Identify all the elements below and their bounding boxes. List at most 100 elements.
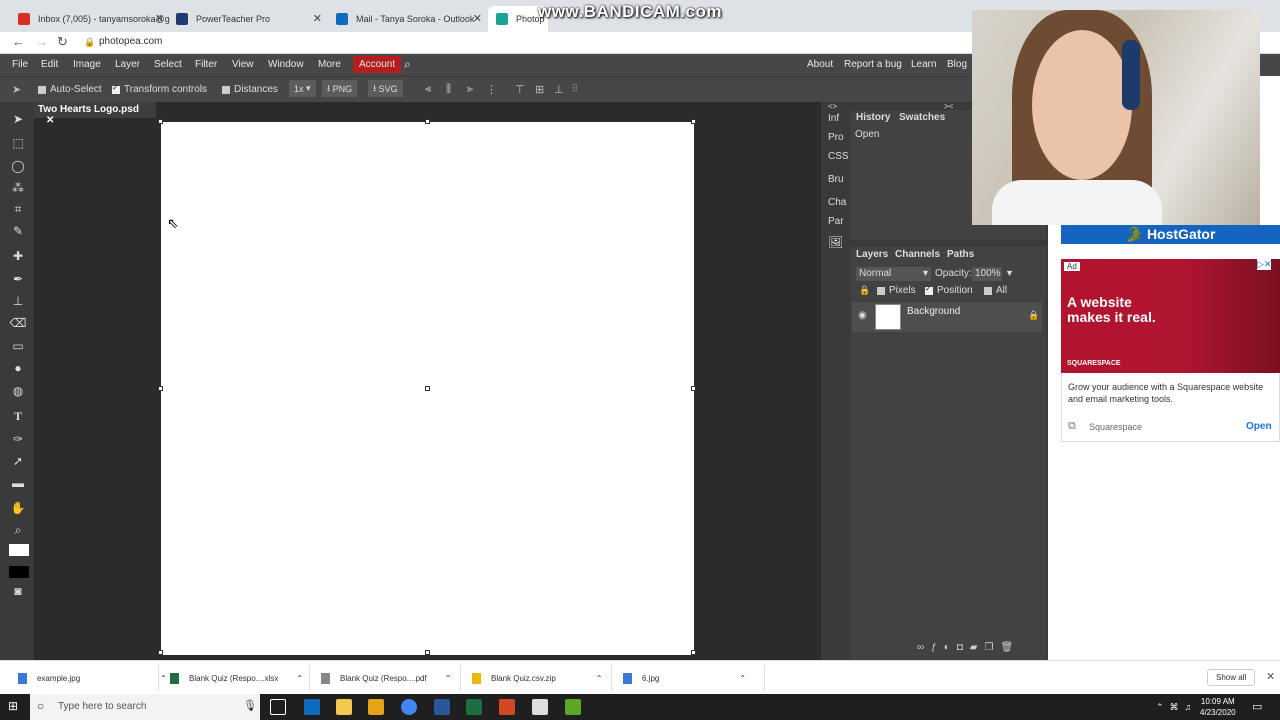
menu-select[interactable]: Select	[154, 59, 182, 70]
url-text[interactable]: photopea.com	[99, 36, 162, 47]
back-icon[interactable]: ←	[12, 34, 25, 49]
image-icon[interactable]: 🖼	[828, 235, 843, 249]
forward-icon[interactable]: →	[35, 34, 48, 49]
auto-select-checkbox[interactable]: Auto-Select	[38, 84, 102, 95]
magic-wand-icon[interactable]: ⁂	[9, 179, 27, 197]
align-right-icon[interactable]: ⫸	[467, 83, 473, 96]
menu-edit[interactable]: Edit	[41, 59, 58, 70]
menu-account[interactable]: Account	[353, 56, 402, 73]
chevron-up-icon[interactable]: ⌃	[739, 674, 746, 683]
new-layer-icon[interactable]: ❐	[985, 642, 1001, 653]
chevron-up-icon[interactable]: ⌃	[596, 674, 603, 683]
path-select-icon[interactable]: ➚	[9, 452, 27, 470]
expand-icon[interactable]: <>	[828, 102, 837, 111]
opacity-dropdown-icon[interactable]: ▼	[1005, 268, 1014, 278]
zoom-tool-icon[interactable]: ⌕	[9, 521, 27, 539]
eyedropper-icon[interactable]: ✎	[9, 222, 27, 240]
brush-panel-button[interactable]: Bru	[828, 174, 844, 185]
tab-powerteacher[interactable]: PowerTeacher Pro ✕	[168, 6, 328, 32]
align-center-icon[interactable]: ⫼	[446, 83, 451, 96]
notification-icon[interactable]: ▭	[1252, 700, 1262, 713]
zoom-dropdown[interactable]: 1x ▾	[289, 80, 316, 97]
photos-icon[interactable]	[532, 699, 548, 715]
transform-handle[interactable]	[691, 386, 696, 391]
css-panel-button[interactable]: CSS	[828, 151, 849, 162]
tab-paths[interactable]: Paths	[947, 249, 974, 260]
ad-open-button[interactable]: Open	[1246, 421, 1272, 432]
move-tool-icon[interactable]: ➤	[12, 83, 21, 96]
download-item[interactable]: 6.jpg ⌃	[623, 673, 746, 684]
transform-handle[interactable]	[158, 650, 163, 655]
stamp-tool-icon[interactable]: ⊥	[9, 292, 27, 310]
transform-handle[interactable]	[691, 119, 696, 124]
tab-channels[interactable]: Channels	[895, 249, 940, 260]
info-panel-button[interactable]: Inf	[828, 113, 839, 124]
lock-pixels-checkbox[interactable]: Pixels	[877, 285, 916, 296]
folder-icon[interactable]: ▰	[970, 642, 985, 653]
file-explorer-icon[interactable]	[336, 699, 352, 715]
close-icon[interactable]: ✕	[1266, 670, 1275, 683]
export-svg-button[interactable]: ⭳ SVG	[368, 80, 403, 97]
document-canvas[interactable]	[158, 119, 696, 655]
align-bottom-icon[interactable]: ⊥	[554, 83, 564, 96]
edge-icon[interactable]	[304, 699, 320, 715]
healing-brush-icon[interactable]: ✚	[9, 247, 27, 265]
camtasia-icon[interactable]	[565, 699, 581, 715]
menu-learn[interactable]: Learn	[911, 59, 937, 70]
hostgator-ad[interactable]: 🐊 HostGator	[1061, 225, 1280, 244]
transform-handle[interactable]	[691, 650, 696, 655]
menu-layer[interactable]: Layer	[115, 59, 140, 70]
crop-tool-icon[interactable]: ⌗	[9, 200, 27, 218]
pen-tool-icon[interactable]: ✑	[9, 430, 27, 448]
menu-filter[interactable]: Filter	[195, 59, 217, 70]
powerpoint-icon[interactable]	[499, 699, 515, 715]
download-item[interactable]: Blank Quiz.csv.zip ⌃	[472, 673, 602, 684]
tab-swatches[interactable]: Swatches	[899, 112, 945, 123]
close-tab-icon[interactable]: ✕	[155, 12, 164, 25]
show-all-button[interactable]: Show all	[1207, 669, 1256, 686]
ad-close-icon[interactable]: ▷✕	[1257, 259, 1272, 270]
history-item[interactable]: Open	[855, 129, 879, 140]
download-item[interactable]: Blank Quiz (Respo....pdf ⌃	[321, 673, 451, 684]
menu-about[interactable]: About	[807, 59, 833, 70]
tab-gmail[interactable]: Inbox (7,005) - tanyamsoroka@g ✕	[10, 6, 170, 32]
chevron-up-icon[interactable]: ⌃	[296, 674, 303, 683]
word-icon[interactable]	[434, 699, 450, 715]
taskbar-clock[interactable]: 10:09 AM 4/23/2020	[1200, 696, 1236, 718]
transform-handle[interactable]	[425, 119, 430, 124]
windows-start-icon[interactable]: ⊞	[8, 699, 18, 713]
menu-more[interactable]: More	[318, 59, 341, 70]
menu-blog[interactable]: Blog	[947, 59, 967, 70]
transform-handle[interactable]	[158, 386, 163, 391]
dodge-tool-icon[interactable]: ◍	[9, 382, 27, 400]
link-icon[interactable]: ∞	[917, 642, 931, 653]
excel-icon[interactable]	[466, 699, 482, 715]
close-tab-icon[interactable]: ✕	[313, 12, 322, 25]
marquee-tool-icon[interactable]: ⬚	[9, 134, 27, 152]
transform-handle[interactable]	[425, 386, 430, 391]
transform-handle[interactable]	[158, 119, 163, 124]
character-panel-button[interactable]: Cha	[828, 197, 846, 208]
eraser-tool-icon[interactable]: ⌫	[9, 314, 27, 332]
foreground-color-swatch[interactable]	[9, 544, 29, 556]
text-tool-icon[interactable]: T	[9, 407, 27, 425]
paragraph-panel-button[interactable]: Par	[828, 216, 844, 227]
chrome-icon[interactable]	[401, 699, 417, 715]
system-tray-icons[interactable]: ⌃⌘♫	[1156, 702, 1197, 713]
menu-image[interactable]: Image	[73, 59, 101, 70]
distribute-icon[interactable]: ⋮	[486, 83, 497, 96]
brush-tool-icon[interactable]: ✒	[9, 270, 27, 288]
align-top-icon[interactable]: ⊤	[515, 83, 525, 96]
shape-tool-icon[interactable]: ▬	[9, 474, 27, 492]
distribute-h-icon[interactable]: ⫶⫶	[572, 83, 578, 96]
eye-icon[interactable]: ◉	[858, 310, 867, 321]
chevron-up-icon[interactable]: ⌃	[160, 674, 167, 683]
export-png-button[interactable]: ⭳ PNG	[322, 80, 358, 97]
blur-tool-icon[interactable]: ●	[9, 359, 27, 377]
search-icon[interactable]: ⌕	[404, 57, 411, 72]
chevron-up-icon[interactable]: ⌃	[445, 674, 452, 683]
document-tab[interactable]: Two Hearts Logo.psd ✕	[34, 102, 156, 126]
lock-all-checkbox[interactable]: All	[984, 285, 1007, 296]
close-tab-icon[interactable]: ✕	[473, 12, 482, 25]
mask-icon[interactable]: ◘	[957, 642, 970, 653]
